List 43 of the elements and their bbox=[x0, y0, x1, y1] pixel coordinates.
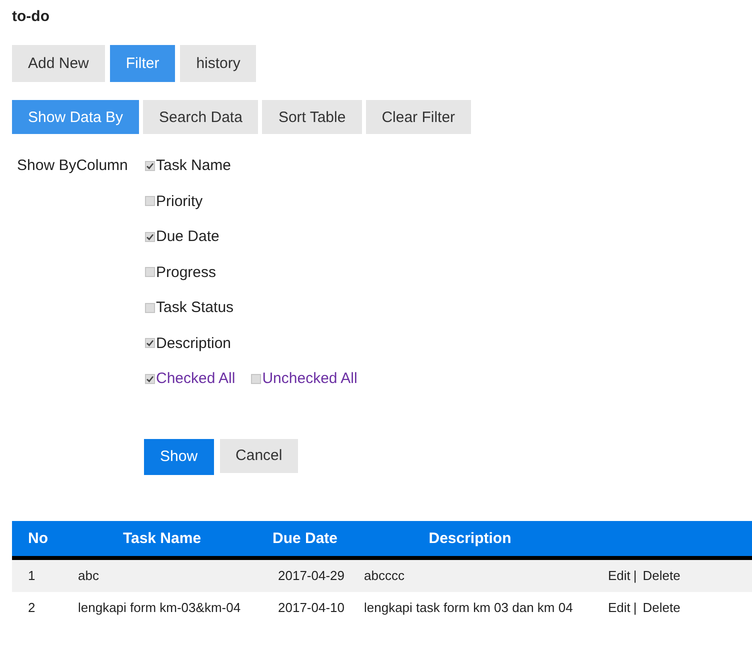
delete-link[interactable]: Delete bbox=[642, 568, 680, 583]
checkbox-label: Description bbox=[156, 334, 232, 352]
checkbox[interactable] bbox=[251, 374, 262, 384]
checkbox-label: Priority bbox=[156, 192, 203, 210]
edit-link[interactable]: Edit bbox=[608, 568, 630, 583]
separator: | bbox=[633, 568, 637, 583]
table-cell: lengkapi form km-03&km-04 bbox=[78, 600, 241, 615]
checkbox[interactable] bbox=[145, 232, 155, 242]
sub-tab[interactable]: Search Data bbox=[143, 100, 258, 134]
checkbox[interactable] bbox=[145, 374, 155, 384]
table-cell: lengkapi task form km 03 dan km 04 bbox=[364, 600, 573, 615]
checkbox-label: Checked All bbox=[156, 370, 236, 388]
checkbox[interactable] bbox=[145, 338, 155, 348]
table-cell: abcccc bbox=[364, 568, 404, 583]
checkbox-label: Due Date bbox=[156, 228, 220, 246]
checkbox[interactable] bbox=[145, 196, 155, 206]
nav-tab[interactable]: history bbox=[180, 45, 256, 82]
table-cell: abc bbox=[78, 568, 99, 583]
checkbox-label: Unchecked All bbox=[262, 370, 358, 388]
checkbox[interactable] bbox=[145, 160, 155, 171]
table-cell: 2017-04-10 bbox=[278, 600, 344, 615]
table-cell: 2 bbox=[28, 600, 36, 615]
checkbox[interactable] bbox=[145, 302, 155, 313]
show-button[interactable]: Show bbox=[144, 438, 214, 474]
checkbox-label: Task Name bbox=[156, 157, 232, 174]
column-header: Due Date bbox=[272, 530, 338, 546]
nav-tab[interactable]: Add New bbox=[12, 45, 105, 82]
column-header: No bbox=[28, 530, 48, 546]
table-cell: 1 bbox=[28, 568, 36, 583]
edit-link[interactable]: Edit bbox=[608, 600, 630, 615]
sub-tab[interactable]: Sort Table bbox=[262, 100, 362, 134]
table-cell: 2017-04-29 bbox=[278, 568, 344, 583]
field-label: Show ByColumn bbox=[16, 156, 128, 176]
checkbox[interactable] bbox=[145, 267, 155, 278]
column-header: Task Name bbox=[122, 530, 202, 546]
delete-link[interactable]: Delete bbox=[642, 600, 680, 615]
checkbox-label: Progress bbox=[156, 264, 216, 281]
column-header: Description bbox=[428, 530, 512, 546]
cancel-button[interactable]: Cancel bbox=[220, 438, 298, 472]
sub-tab[interactable]: Clear Filter bbox=[366, 100, 472, 134]
separator: | bbox=[633, 600, 637, 615]
checkbox-label: Task Status bbox=[156, 299, 234, 316]
page-title: to-do bbox=[12, 7, 50, 27]
